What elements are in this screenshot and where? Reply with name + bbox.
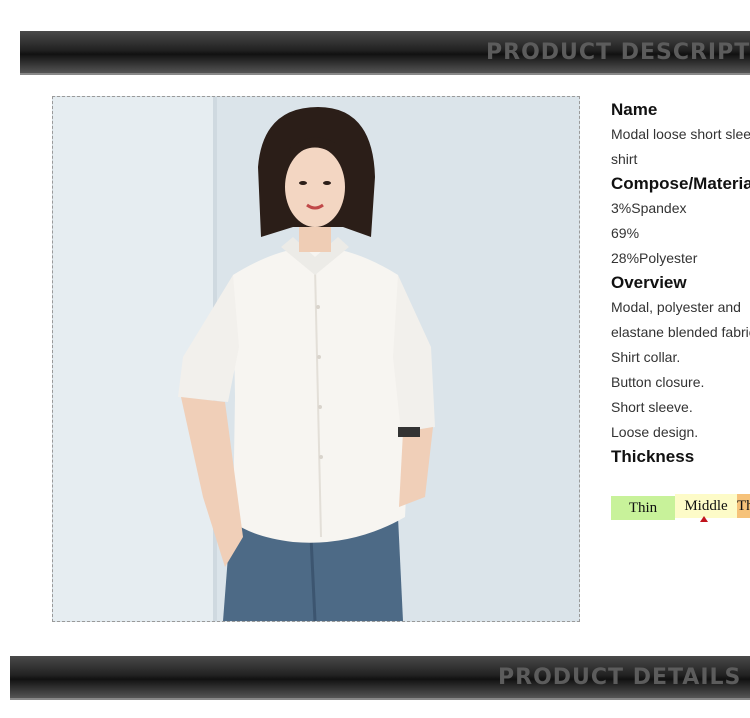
product-info-panel: Name Modal loose short sleeve shirt Comp… bbox=[611, 98, 750, 469]
compose-modal: 69% bbox=[611, 225, 640, 241]
compose-label: Compose/Material bbox=[611, 174, 750, 193]
name-label: Name bbox=[611, 100, 658, 119]
model-wearing-shirt-image bbox=[53, 97, 579, 621]
overview-label: Overview bbox=[611, 273, 687, 292]
overview-line4: Button closure. bbox=[611, 374, 705, 390]
thickness-label: Thickness bbox=[611, 447, 695, 466]
overview-line1: Modal, polyester and bbox=[611, 299, 741, 315]
banner-title: PRODUCT DETAILS bbox=[498, 665, 742, 690]
banner-title: PRODUCT DESCRIPTION bbox=[486, 40, 750, 65]
overview-line5: Short sleeve. bbox=[611, 399, 693, 415]
thickness-selected-marker-icon bbox=[700, 516, 708, 522]
product-photo bbox=[52, 96, 580, 622]
thickness-scale: Thin Middle Thick bbox=[611, 494, 750, 520]
overview-line3: Shirt collar. bbox=[611, 349, 681, 365]
thickness-middle: Middle bbox=[675, 494, 737, 518]
overview-line6: Loose design. bbox=[611, 424, 699, 440]
compose-polyester: 28%Polyester bbox=[611, 250, 698, 266]
compose-spandex: 3%Spandex bbox=[611, 200, 687, 216]
overview-line2: elastane blended fabric. bbox=[611, 324, 750, 340]
thickness-thick: Thick bbox=[737, 494, 750, 518]
thickness-thin: Thin bbox=[611, 496, 675, 520]
name-value-line2: shirt bbox=[611, 151, 638, 167]
product-details-banner: PRODUCT DETAILS bbox=[10, 656, 750, 700]
name-value-line1: Modal loose short sleeve bbox=[611, 126, 750, 142]
product-description-banner: PRODUCT DESCRIPTION bbox=[20, 31, 750, 75]
